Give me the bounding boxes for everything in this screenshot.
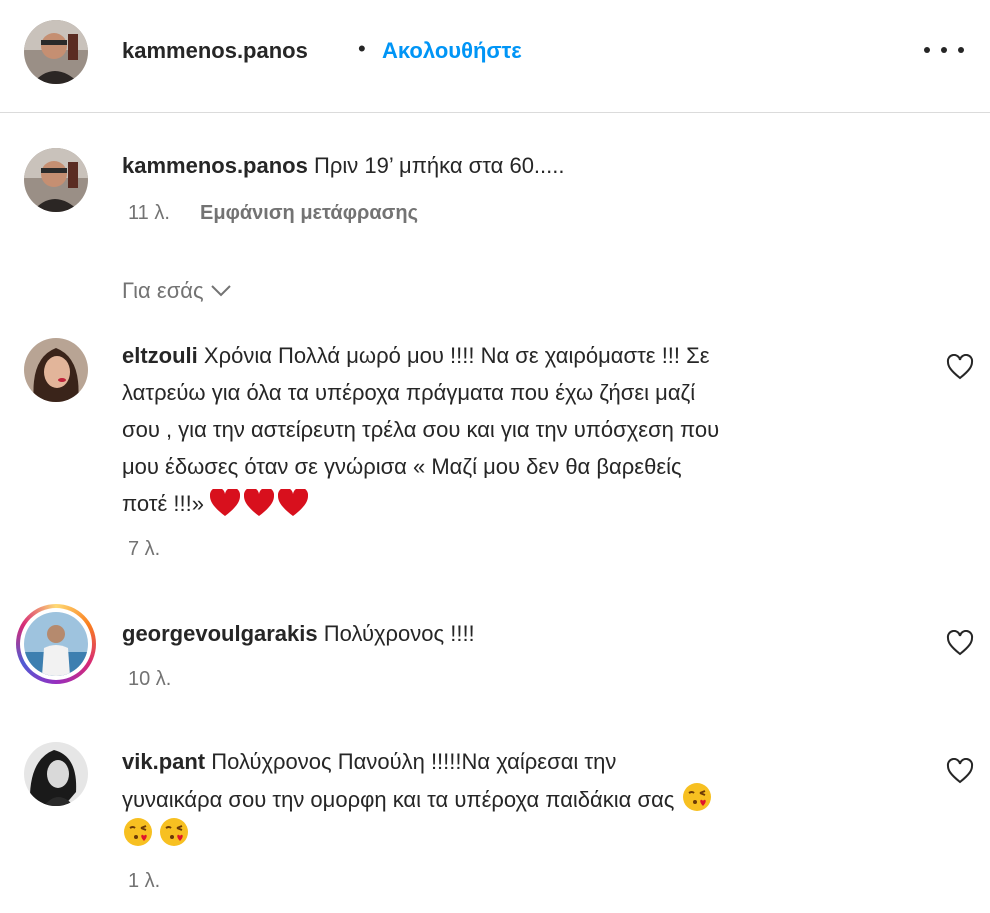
comment-text: Πολύχρονος !!!! xyxy=(323,621,475,646)
commenter-avatar[interactable] xyxy=(24,338,88,402)
comment-line: georgevoulgarakis Πολύχρονος !!!! xyxy=(122,616,475,652)
comment-text: Χρόνια Πολλά μωρό μου !!!! Να σε χαιρόμα… xyxy=(203,343,710,368)
comment-text: ποτέ !!!» xyxy=(122,491,204,516)
like-heart-icon[interactable] xyxy=(946,354,974,382)
comment-text: γυναικάρα σου την ομορφη και τα υπέροχα … xyxy=(122,787,675,812)
caption-username[interactable]: kammenos.panos xyxy=(122,153,308,178)
caption-text: kammenos.panos Πριν 19’ μπήκα στα 60....… xyxy=(122,148,565,184)
for-you-toggle[interactable]: Για εσάς xyxy=(122,278,232,304)
header-username[interactable]: kammenos.panos xyxy=(122,38,308,64)
comment-line: eltzouli Χρόνια Πολλά μωρό μου !!!! Να σ… xyxy=(122,338,710,374)
face-blowing-kiss-emoji xyxy=(160,818,188,846)
for-you-label: Για εσάς xyxy=(122,278,204,303)
caption-avatar[interactable] xyxy=(24,148,88,212)
comment-time[interactable]: 7 λ. xyxy=(128,538,160,561)
face-blowing-kiss-emoji xyxy=(124,818,152,846)
chevron-down-icon xyxy=(210,285,231,297)
red-heart-emoji xyxy=(244,489,275,516)
story-ring[interactable] xyxy=(16,604,96,684)
red-heart-emoji xyxy=(210,489,241,516)
comment-username[interactable]: vik.pant xyxy=(122,749,205,774)
see-translation-button[interactable]: Εμφάνιση μετάφρασης xyxy=(200,202,418,225)
dot xyxy=(924,47,930,53)
comment-line-emojis xyxy=(122,816,194,853)
post-header: kammenos.panos • Ακολουθήστε xyxy=(0,0,990,113)
comment-line: vik.pant Πολύχρονος Πανούλη !!!!!Να χαίρ… xyxy=(122,744,616,780)
author-avatar[interactable] xyxy=(24,20,88,84)
follow-button[interactable]: Ακολουθήστε xyxy=(382,38,522,64)
comment-text: Πολύχρονος Πανούλη !!!!!Να χαίρεσαι την xyxy=(211,749,617,774)
face-blowing-kiss-emoji xyxy=(682,783,711,811)
comment-time[interactable]: 1 λ. xyxy=(128,870,160,893)
like-heart-icon[interactable] xyxy=(946,630,974,658)
commenter-avatar[interactable] xyxy=(24,742,88,806)
comment-line-last: ποτέ !!!» xyxy=(122,486,312,522)
comment-time[interactable]: 10 λ. xyxy=(128,668,171,691)
comment-line: σου , για την αστείρευτη τρέλα σου και γ… xyxy=(122,417,720,442)
comment-username[interactable]: georgevoulgarakis xyxy=(122,621,318,646)
dot xyxy=(958,47,964,53)
like-heart-icon[interactable] xyxy=(946,758,974,786)
comment-line: λατρεύω για όλα τα υπέροχα πράγματα που … xyxy=(122,380,696,405)
commenter-avatar xyxy=(24,612,88,676)
comment-line: μου έδωσες όταν σε γνώρισα « Μαζί μου δε… xyxy=(122,454,682,479)
more-options-icon[interactable] xyxy=(924,38,964,62)
caption-time[interactable]: 11 λ. xyxy=(128,202,170,225)
caption-body: Πριν 19’ μπήκα στα 60..... xyxy=(313,153,565,178)
red-heart-emoji xyxy=(278,489,309,516)
comment-line: γυναικάρα σου την ομορφη και τα υπέροχα … xyxy=(122,781,717,818)
dot xyxy=(941,47,947,53)
comment-username[interactable]: eltzouli xyxy=(122,343,198,368)
separator-dot: • xyxy=(358,36,366,61)
